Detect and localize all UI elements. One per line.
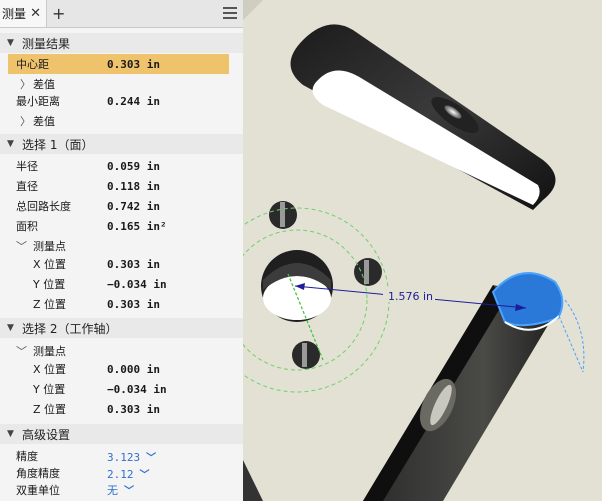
collapse-triangle-icon[interactable]: ▼ <box>7 38 15 48</box>
precision-select[interactable]: 3.123 ﹀ <box>107 449 156 464</box>
chevron-down-icon[interactable]: ﹀ <box>146 453 156 464</box>
add-tab-icon[interactable]: + <box>52 4 65 23</box>
dual-unit-row: 双重单位 无 ﹀ <box>0 480 243 500</box>
loop-length-value: 0.742 in <box>107 199 160 213</box>
radius-value: 0.059 in <box>107 159 160 173</box>
loop-length-row: 总回路长度 0.742 in <box>0 196 243 216</box>
small-hole-bottom <box>292 341 320 369</box>
collapse-triangle-icon[interactable]: ▼ <box>7 323 15 333</box>
precision-label: 精度 <box>16 450 38 463</box>
x-position-label: X 位置 <box>33 363 67 376</box>
z-position-row-2: Z 位置 0.303 in <box>0 399 243 419</box>
measure-points-row-2[interactable]: ﹀ 测量点 <box>0 341 243 361</box>
measure-points-label-1: 测量点 <box>33 240 66 253</box>
chevron-down-icon[interactable]: ﹀ <box>124 486 134 497</box>
angle-precision-value: 2.12 <box>107 467 134 481</box>
angle-precision-select[interactable]: 2.12 ﹀ <box>107 466 150 481</box>
dual-unit-label: 双重单位 <box>16 484 60 497</box>
diff-row-2[interactable]: 〉 差值 <box>0 111 243 131</box>
z-position-value: 0.303 in <box>107 402 160 416</box>
min-distance-label: 最小距离 <box>16 95 60 108</box>
y-position-value: −0.034 in <box>107 382 167 396</box>
chevron-right-icon[interactable]: 〉 <box>20 113 31 129</box>
diameter-label: 直径 <box>16 180 38 193</box>
y-position-row-1: Y 位置 −0.034 in <box>0 274 243 294</box>
radius-row: 半径 0.059 in <box>0 156 243 176</box>
section-selection-1-title: 选择 1（面） <box>22 137 94 152</box>
dual-unit-value: 无 <box>107 484 118 497</box>
precision-value: 3.123 <box>107 450 141 464</box>
radius-label: 半径 <box>16 160 38 173</box>
center-distance-value: 0.303 in <box>107 57 160 71</box>
3d-viewport[interactable]: 1.576 in <box>243 0 602 501</box>
x-position-row-2: X 位置 0.000 in <box>0 359 243 379</box>
tab-measure[interactable]: 测量 ✕ <box>0 0 47 27</box>
y-position-row-2: Y 位置 −0.034 in <box>0 379 243 399</box>
min-distance-value: 0.244 in <box>107 94 160 108</box>
y-position-label: Y 位置 <box>33 278 66 291</box>
measure-points-row-1[interactable]: ﹀ 测量点 <box>0 236 243 256</box>
z-position-label: Z 位置 <box>33 403 67 416</box>
angle-precision-label: 角度精度 <box>16 467 60 480</box>
section-selection-2[interactable]: ▼ 选择 2（工作轴） <box>0 318 243 338</box>
z-position-label: Z 位置 <box>33 298 67 311</box>
section-selection-1[interactable]: ▼ 选择 1（面） <box>0 134 243 154</box>
area-label: 面积 <box>16 220 38 233</box>
section-results-title: 测量结果 <box>22 36 71 51</box>
diff-label-1: 差值 <box>33 78 55 91</box>
area-row: 面积 0.165 in² <box>0 216 243 236</box>
menu-icon[interactable] <box>223 7 237 22</box>
chevron-down-icon[interactable]: ﹀ <box>16 343 27 359</box>
small-hole-right <box>354 258 382 286</box>
z-position-row-1: Z 位置 0.303 in <box>0 294 243 314</box>
x-position-value: 0.000 in <box>107 362 160 376</box>
tab-bar: 测量 ✕ + <box>0 0 243 28</box>
collapse-triangle-icon[interactable]: ▼ <box>7 139 15 149</box>
chevron-right-icon[interactable]: 〉 <box>20 76 31 92</box>
dual-unit-select[interactable]: 无 ﹀ <box>107 482 134 498</box>
measure-panel: 测量 ✕ + ▼ 测量结果 中心距 0.303 in 〉 差值 最小距离 0.2… <box>0 0 244 501</box>
section-results[interactable]: ▼ 测量结果 <box>0 33 243 53</box>
loop-length-label: 总回路长度 <box>16 200 71 213</box>
area-value: 0.165 in² <box>107 219 167 233</box>
min-distance-row[interactable]: 最小距离 0.244 in <box>0 91 243 111</box>
y-position-value: −0.034 in <box>107 277 167 291</box>
collapse-triangle-icon[interactable]: ▼ <box>7 429 15 439</box>
z-position-value: 0.303 in <box>107 297 160 311</box>
section-advanced[interactable]: ▼ 高级设置 <box>0 424 243 444</box>
chevron-down-icon[interactable]: ﹀ <box>16 238 27 254</box>
center-distance-label: 中心距 <box>16 58 49 71</box>
x-position-label: X 位置 <box>33 258 67 271</box>
small-hole-top <box>269 201 297 229</box>
x-position-value: 0.303 in <box>107 257 160 271</box>
chevron-down-icon[interactable]: ﹀ <box>140 470 150 481</box>
y-position-label: Y 位置 <box>33 383 66 396</box>
diameter-row: 直径 0.118 in <box>0 176 243 196</box>
section-advanced-title: 高级设置 <box>22 427 71 442</box>
section-selection-2-title: 选择 2（工作轴） <box>22 321 118 336</box>
center-distance-row[interactable]: 中心距 0.303 in <box>8 54 229 74</box>
diff-label-2: 差值 <box>33 115 55 128</box>
measure-points-label-2: 测量点 <box>33 345 66 358</box>
diameter-value: 0.118 in <box>107 179 160 193</box>
dimension-label[interactable]: 1.576 in <box>388 290 433 303</box>
x-position-row-1: X 位置 0.303 in <box>0 254 243 274</box>
close-icon[interactable]: ✕ <box>30 6 41 21</box>
tab-measure-label: 测量 <box>2 7 27 21</box>
